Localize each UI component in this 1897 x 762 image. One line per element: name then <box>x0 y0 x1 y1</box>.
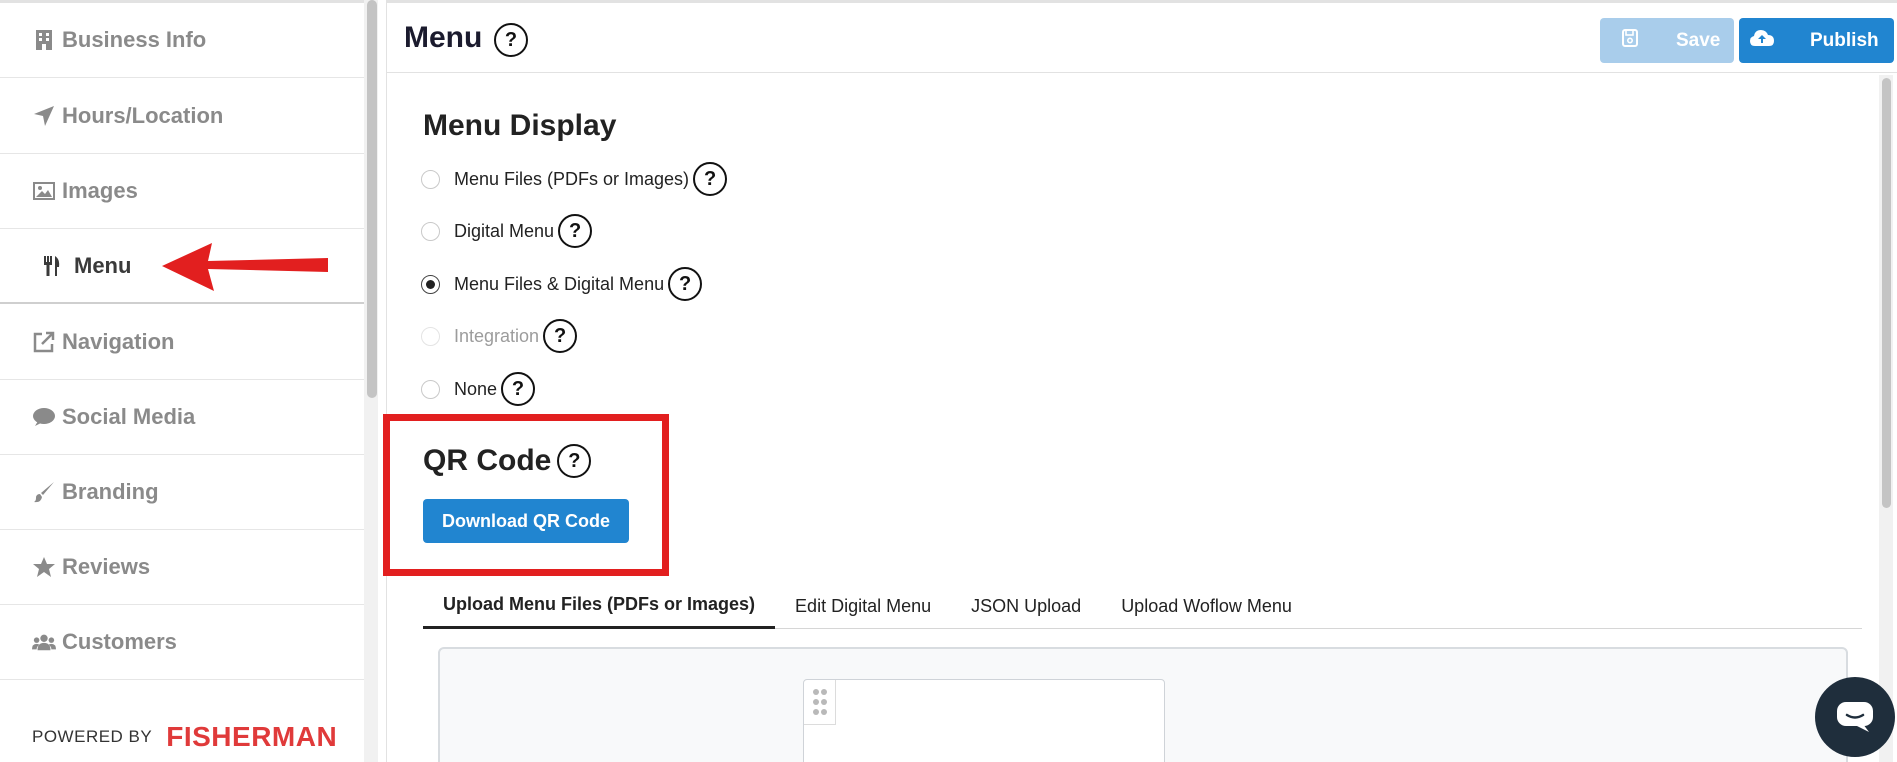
tab-upload-woflow-menu[interactable]: Upload Woflow Menu <box>1101 583 1312 629</box>
sidebar-item-navigation[interactable]: Navigation <box>0 305 364 380</box>
sidebar-item-label: Images <box>62 178 138 203</box>
upload-panel <box>438 647 1848 762</box>
radio-button[interactable] <box>421 169 440 189</box>
sidebar-item-label: Reviews <box>62 554 151 579</box>
radio-label: None <box>454 378 498 399</box>
download-qr-code-button[interactable]: Download QR Code <box>423 499 629 543</box>
sidebar-item-label: Customers <box>62 629 177 654</box>
page-header: Menu ? Save Publish <box>387 3 1897 73</box>
powered-by-text: POWERED BY <box>32 727 153 746</box>
tab-edit-digital-menu[interactable]: Edit Digital Menu <box>775 583 951 629</box>
sidebar-item-label: Branding <box>62 479 159 504</box>
building-icon <box>32 28 56 52</box>
comment-icon <box>32 405 56 429</box>
sidebar-item-label: Business Info <box>62 27 207 52</box>
main-content: Menu ? Save Publish Menu Display Menu Fi… <box>383 0 1897 762</box>
radio-label: Menu Files & Digital Menu <box>454 273 665 294</box>
help-icon[interactable]: ? <box>558 214 593 248</box>
sidebar-scrollbar-thumb[interactable] <box>367 0 377 398</box>
save-button-label: Save <box>1676 29 1721 51</box>
users-icon <box>32 630 56 654</box>
radio-option-menu-files-digital-menu[interactable]: Menu Files & Digital Menu ? <box>421 267 703 301</box>
radio-option-integration: Integration ? <box>421 319 578 353</box>
save-icon <box>1622 28 1638 53</box>
main-scrollbar-thumb[interactable] <box>1882 78 1891 508</box>
help-icon[interactable]: ? <box>557 444 592 478</box>
powered-by: POWERED BY FISHERMAN <box>32 721 337 753</box>
sidebar: Business Info Hours/Location Images Menu… <box>0 0 364 762</box>
help-icon[interactable]: ? <box>668 267 703 301</box>
radio-button[interactable] <box>421 379 440 399</box>
menu-file-card[interactable] <box>803 679 1165 762</box>
publish-button-label: Publish <box>1810 29 1879 51</box>
menu-display-title: Menu Display <box>423 109 617 142</box>
radio-button[interactable] <box>421 221 440 241</box>
help-icon[interactable]: ? <box>543 319 578 353</box>
star-icon <box>32 555 56 579</box>
sidebar-item-branding[interactable]: Branding <box>0 455 364 530</box>
radio-label: Menu Files (PDFs or Images) <box>454 168 690 189</box>
qr-code-heading: QR Code ? <box>423 444 592 478</box>
sidebar-item-business-info[interactable]: Business Info <box>0 3 364 78</box>
sidebar-item-social-media[interactable]: Social Media <box>0 380 364 455</box>
qr-code-title: QR Code <box>423 444 552 477</box>
tab-json-upload[interactable]: JSON Upload <box>951 583 1101 629</box>
sidebar-item-customers[interactable]: Customers <box>0 605 364 680</box>
page-title: Menu <box>404 21 483 54</box>
sidebar-item-images[interactable]: Images <box>0 154 364 229</box>
drag-handle-icon[interactable] <box>804 680 836 725</box>
radio-label: Integration <box>454 325 540 346</box>
sidebar-item-hours-location[interactable]: Hours/Location <box>0 79 364 154</box>
sidebar-item-label: Social Media <box>62 404 196 429</box>
radio-button-disabled <box>421 326 440 346</box>
sidebar-item-label: Navigation <box>62 329 175 354</box>
publish-button[interactable]: Publish <box>1739 18 1894 63</box>
annotation-highlight-box <box>383 414 669 576</box>
fisherman-logo[interactable]: FISHERMAN <box>166 721 337 753</box>
radio-option-digital-menu[interactable]: Digital Menu ? <box>421 214 593 248</box>
tab-upload-menu-files[interactable]: Upload Menu Files (PDFs or Images) <box>423 583 776 629</box>
sidebar-item-label: Menu <box>74 252 132 278</box>
paint-brush-icon <box>32 480 56 504</box>
menu-tabs: Upload Menu Files (PDFs or Images) Edit … <box>423 583 1862 629</box>
location-arrow-icon <box>32 104 56 128</box>
annotation-arrow <box>162 243 328 291</box>
radio-button-selected[interactable] <box>421 274 440 294</box>
external-link-icon <box>32 330 56 354</box>
help-icon[interactable]: ? <box>693 162 728 196</box>
radio-label: Digital Menu <box>454 220 555 241</box>
chat-icon <box>1837 702 1873 732</box>
chat-launcher-button[interactable] <box>1815 677 1895 757</box>
utensils-icon <box>40 254 64 278</box>
sidebar-item-reviews[interactable]: Reviews <box>0 530 364 605</box>
save-button[interactable]: Save <box>1600 18 1734 63</box>
sidebar-item-label: Hours/Location <box>62 103 224 128</box>
radio-option-menu-files[interactable]: Menu Files (PDFs or Images) ? <box>421 162 728 196</box>
help-icon[interactable]: ? <box>501 372 536 406</box>
radio-option-none[interactable]: None ? <box>421 372 536 406</box>
help-icon[interactable]: ? <box>494 23 528 57</box>
cloud-upload-icon <box>1749 28 1775 54</box>
image-icon <box>32 179 56 203</box>
